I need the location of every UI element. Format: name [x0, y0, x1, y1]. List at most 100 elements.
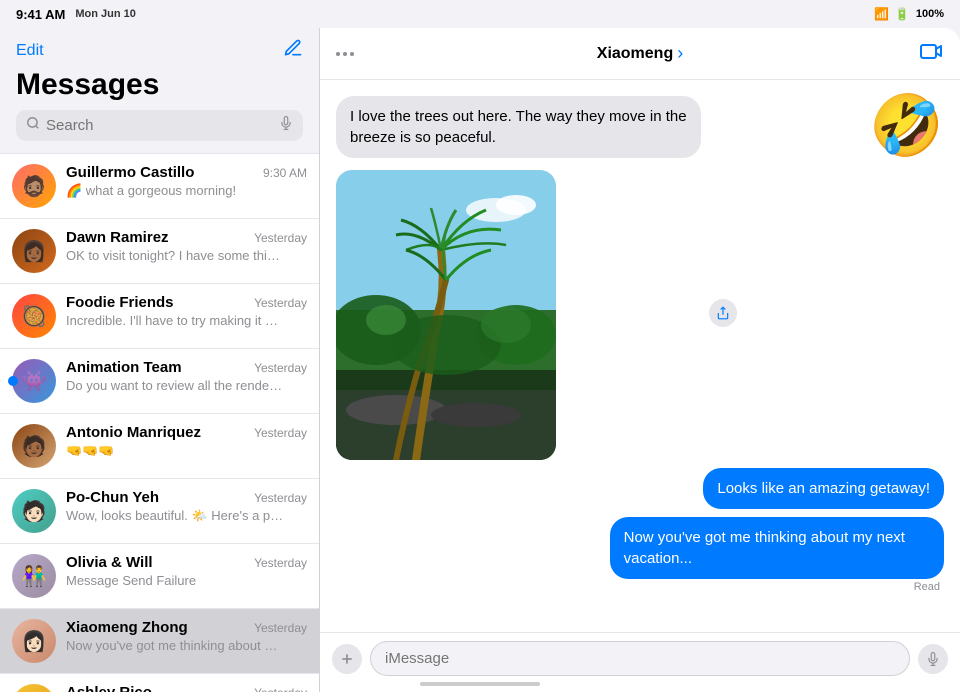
share-button[interactable]	[709, 299, 737, 327]
conv-time: Yesterday	[254, 686, 307, 692]
chat-panel: Xiaomeng › 🤣 I love the trees out here. …	[320, 28, 960, 692]
unread-dot	[8, 376, 18, 386]
status-right: 📶 🔋 100%	[874, 7, 944, 21]
conv-time: 9:30 AM	[263, 166, 307, 180]
mic-button[interactable]	[918, 644, 948, 674]
conv-time: Yesterday	[254, 556, 307, 570]
conv-content: Olivia & Will Yesterday Message Send Failu…	[66, 554, 307, 588]
avatar: 🥘	[12, 294, 56, 338]
sidebar-header: Edit Messages	[0, 28, 319, 153]
conversation-item-animation[interactable]: 👾 Animation Team Yesterday Do you want to r…	[0, 349, 319, 414]
chat-header: Xiaomeng ›	[320, 28, 960, 80]
compose-button[interactable]	[283, 38, 303, 64]
conv-content: Foodie Friends Yesterday Incredible. I'll …	[66, 294, 307, 328]
conv-name: Animation Team	[66, 359, 182, 376]
conv-time: Yesterday	[254, 296, 307, 310]
video-call-button[interactable]	[920, 42, 944, 66]
conversation-item-pochun[interactable]: 🧑🏻 Po-Chun Yeh Yesterday Wow, looks beautif…	[0, 479, 319, 544]
conv-name: Olivia & Will	[66, 554, 153, 571]
conv-name: Foodie Friends	[66, 294, 174, 311]
search-icon	[26, 116, 40, 135]
conv-preview: Message Send Failure	[66, 573, 286, 588]
chat-messages: 🤣 I love the trees out here. The way the…	[320, 80, 960, 632]
conv-content: Antonio Manriquez Yesterday 🤜🤜🤜	[66, 424, 307, 459]
input-bar	[320, 632, 960, 692]
conv-preview: Do you want to review all the renders to…	[66, 378, 286, 393]
home-indicator	[420, 682, 540, 686]
status-time: 9:41 AM	[16, 7, 65, 22]
avatar: 👩🏻	[12, 619, 56, 663]
message-text: I love the trees out here. The way they …	[350, 108, 687, 146]
bubble-incoming: I love the trees out here. The way they …	[336, 96, 701, 158]
emoji-reaction: 🤣	[869, 90, 944, 161]
conv-content: Animation Team Yesterday Do you want to re…	[66, 359, 307, 393]
conversation-item-guillermo[interactable]: 🧔🏽 Guillermo Castillo 9:30 AM 🌈 what a gorg…	[0, 153, 319, 219]
conv-preview: 🌈 what a gorgeous morning!	[66, 183, 286, 199]
sidebar-title: Messages	[16, 68, 303, 102]
chevron-right-icon: ›	[677, 43, 683, 64]
battery-icon: 🔋	[895, 7, 910, 21]
conv-time: Yesterday	[254, 491, 307, 505]
message-incoming-image	[336, 166, 701, 460]
battery-level: 100%	[916, 8, 944, 20]
conversation-item-foodie[interactable]: 🥘 Foodie Friends Yesterday Incredible. I'll…	[0, 284, 319, 349]
conv-content: Guillermo Castillo 9:30 AM 🌈 what a gorgeo…	[66, 164, 307, 199]
edit-button[interactable]: Edit	[16, 42, 44, 60]
conv-time: Yesterday	[254, 426, 307, 440]
image-bubble[interactable]	[336, 170, 556, 460]
conv-name: Po-Chun Yeh	[66, 489, 159, 506]
avatar: 👫	[12, 554, 56, 598]
conv-name: Xiaomeng Zhong	[66, 619, 188, 636]
conv-preview: Now you've got me thinking about my next…	[66, 638, 286, 653]
conv-content: Po-Chun Yeh Yesterday Wow, looks beautiful…	[66, 489, 307, 524]
sidebar: Edit Messages	[0, 28, 320, 692]
chat-contact-name: Xiaomeng	[597, 45, 673, 63]
conversation-item-dawn[interactable]: 👩🏾 Dawn Ramirez Yesterday OK to visit tonig…	[0, 219, 319, 284]
conv-time: Yesterday	[254, 361, 307, 375]
add-button[interactable]	[332, 644, 362, 674]
chat-header-center[interactable]: Xiaomeng ›	[597, 43, 683, 64]
mic-icon	[279, 116, 293, 135]
app-container: Edit Messages	[0, 28, 960, 692]
message-outgoing-1: Looks like an amazing getaway!	[336, 468, 944, 509]
conversation-list: 🧔🏽 Guillermo Castillo 9:30 AM 🌈 what a gorg…	[0, 153, 319, 692]
read-label: Read	[914, 581, 940, 593]
conv-time: Yesterday	[254, 621, 307, 635]
message-text-out1: Looks like an amazing getaway!	[717, 480, 930, 497]
avatar: 🧔🏽	[12, 164, 56, 208]
message-text-out2: Now you've got me thinking about my next…	[624, 529, 905, 567]
conv-content: Ashley Rico Yesterday	[66, 684, 307, 692]
bubble-outgoing-1: Looks like an amazing getaway!	[703, 468, 944, 509]
avatar: 🧑🏻	[12, 489, 56, 533]
conv-preview: Wow, looks beautiful. 🌤️ Here's a photo …	[66, 508, 286, 524]
conv-content: Dawn Ramirez Yesterday OK to visit tonight…	[66, 229, 307, 263]
avatar: 🧑🏾	[12, 424, 56, 468]
message-input[interactable]	[370, 641, 910, 676]
avatar: 👩🏾	[12, 229, 56, 273]
status-bar: 9:41 AM Mon Jun 10 📶 🔋 100%	[0, 0, 960, 28]
conv-preview: Incredible. I'll have to try making it m…	[66, 313, 286, 328]
search-bar[interactable]	[16, 110, 303, 141]
avatar: 👾	[12, 359, 56, 403]
conv-name: Guillermo Castillo	[66, 164, 194, 181]
search-input[interactable]	[46, 117, 273, 134]
conv-name: Dawn Ramirez	[66, 229, 169, 246]
header-dots	[336, 52, 354, 56]
wifi-icon: 📶	[874, 7, 889, 21]
bubble-outgoing-2: Now you've got me thinking about my next…	[610, 517, 944, 579]
conv-preview: OK to visit tonight? I have some things …	[66, 248, 286, 263]
conv-time: Yesterday	[254, 231, 307, 245]
conversation-item-ashley[interactable]: 👩🏽 Ashley Rico Yesterday	[0, 674, 319, 692]
conv-content: Xiaomeng Zhong Yesterday Now you've got me…	[66, 619, 307, 653]
conversation-item-antonio[interactable]: 🧑🏾 Antonio Manriquez Yesterday 🤜🤜🤜	[0, 414, 319, 479]
status-date: Mon Jun 10	[75, 8, 136, 20]
conv-name: Ashley Rico	[66, 684, 152, 692]
conversation-item-xiaomeng[interactable]: 👩🏻 Xiaomeng Zhong Yesterday Now you've got …	[0, 609, 319, 674]
conversation-item-olivia[interactable]: 👫 Olivia & Will Yesterday Message Send Fail…	[0, 544, 319, 609]
message-outgoing-2: Now you've got me thinking about my next…	[336, 517, 944, 593]
conv-preview: 🤜🤜🤜	[66, 443, 286, 459]
avatar: 👩🏽	[12, 684, 56, 692]
conv-name: Antonio Manriquez	[66, 424, 201, 441]
message-incoming-text: I love the trees out here. The way they …	[336, 96, 701, 158]
sidebar-top-actions: Edit	[16, 38, 303, 64]
